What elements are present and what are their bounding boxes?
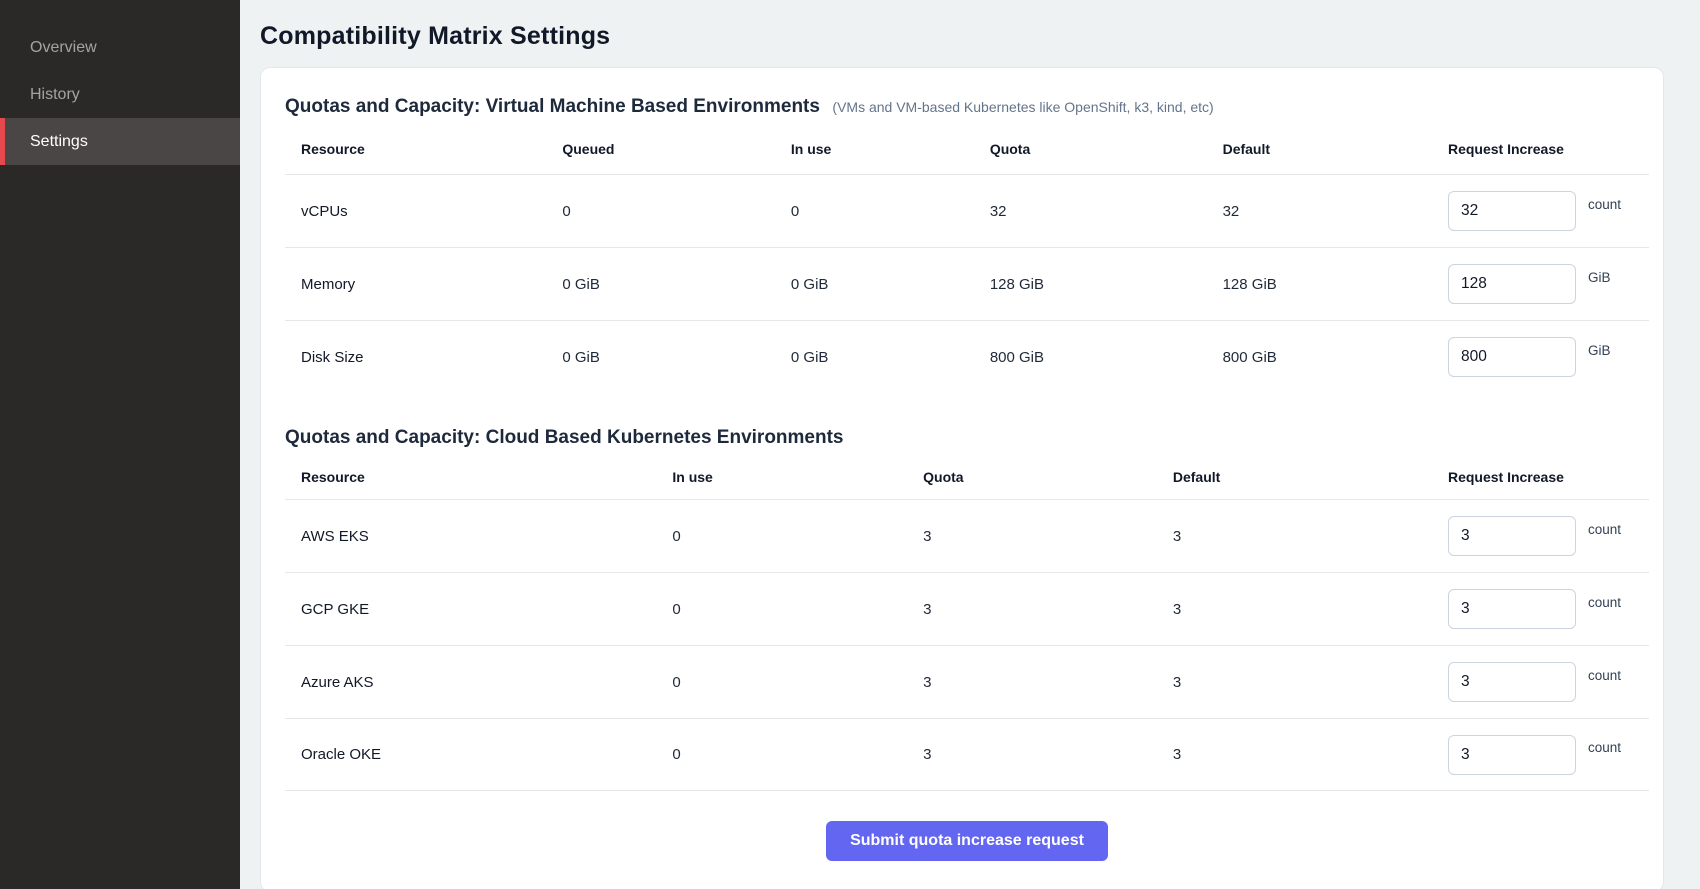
quota-cell: 3	[923, 601, 1173, 618]
cloud-header-quota: Quota	[923, 469, 1173, 485]
unit-label: count	[1588, 595, 1621, 610]
vcpus-request-input[interactable]	[1448, 191, 1576, 231]
sidebar-item-overview[interactable]: Overview	[0, 24, 240, 71]
aws-eks-request-input[interactable]	[1448, 516, 1576, 556]
vm-quota-table: Resource Queued In use Quota Default Req…	[285, 124, 1649, 393]
vm-header-resource: Resource	[301, 141, 562, 157]
main-content: Compatibility Matrix Settings Quotas and…	[240, 0, 1700, 889]
resource-cell: Azure AKS	[301, 674, 672, 691]
quota-settings-card: Quotas and Capacity: Virtual Machine Bas…	[260, 67, 1664, 889]
cloud-section-header: Quotas and Capacity: Cloud Based Kuberne…	[285, 427, 1649, 449]
cloud-header-in-use: In use	[672, 469, 923, 485]
quota-cell: 3	[923, 746, 1173, 763]
in-use-cell: 0	[672, 528, 923, 545]
request-increase-cell: GiB	[1448, 337, 1649, 377]
unit-label: GiB	[1588, 343, 1611, 358]
gcp-gke-request-input[interactable]	[1448, 589, 1576, 629]
cloud-header-default: Default	[1173, 469, 1448, 485]
in-use-cell: 0 GiB	[791, 276, 990, 293]
quota-cell: 3	[923, 674, 1173, 691]
in-use-cell: 0	[791, 203, 990, 220]
request-increase-cell: count	[1448, 516, 1649, 556]
default-cell: 3	[1173, 746, 1448, 763]
cloud-quota-table: Resource In use Quota Default Request In…	[285, 455, 1649, 791]
vm-section-header: Quotas and Capacity: Virtual Machine Bas…	[285, 96, 1649, 118]
unit-label: count	[1588, 522, 1621, 537]
cloud-header-request-increase: Request Increase	[1448, 469, 1649, 485]
vm-section-title: Quotas and Capacity: Virtual Machine Bas…	[285, 96, 820, 117]
resource-cell: Disk Size	[301, 349, 562, 366]
queued-cell: 0	[562, 203, 791, 220]
quota-cell: 3	[923, 528, 1173, 545]
default-cell: 128 GiB	[1223, 276, 1448, 293]
default-cell: 32	[1223, 203, 1448, 220]
vm-section-subtitle: (VMs and VM-based Kubernetes like OpenSh…	[832, 99, 1213, 115]
resource-cell: vCPUs	[301, 203, 562, 220]
table-row: AWS EKS 0 3 3 count	[285, 499, 1649, 572]
vm-header-request-increase: Request Increase	[1448, 141, 1649, 157]
quota-cell: 800 GiB	[990, 349, 1223, 366]
table-row: Oracle OKE 0 3 3 count	[285, 718, 1649, 791]
in-use-cell: 0	[672, 674, 923, 691]
memory-request-input[interactable]	[1448, 264, 1576, 304]
queued-cell: 0 GiB	[562, 276, 791, 293]
page-title: Compatibility Matrix Settings	[260, 22, 1664, 51]
default-cell: 800 GiB	[1223, 349, 1448, 366]
vm-header-queued: Queued	[562, 141, 791, 157]
quota-cell: 128 GiB	[990, 276, 1223, 293]
unit-label: count	[1588, 740, 1621, 755]
cloud-table-header-row: Resource In use Quota Default Request In…	[285, 455, 1649, 499]
vm-header-in-use: In use	[791, 141, 990, 157]
request-increase-cell: count	[1448, 735, 1649, 775]
vm-table-header-row: Resource Queued In use Quota Default Req…	[285, 124, 1649, 174]
table-row: vCPUs 0 0 32 32 count	[285, 174, 1649, 247]
table-row: Azure AKS 0 3 3 count	[285, 645, 1649, 718]
default-cell: 3	[1173, 528, 1448, 545]
vm-header-quota: Quota	[990, 141, 1223, 157]
vm-header-default: Default	[1223, 141, 1448, 157]
table-row: Memory 0 GiB 0 GiB 128 GiB 128 GiB GiB	[285, 247, 1649, 320]
request-increase-cell: count	[1448, 589, 1649, 629]
azure-aks-request-input[interactable]	[1448, 662, 1576, 702]
unit-label: count	[1588, 197, 1621, 212]
cloud-section-title: Quotas and Capacity: Cloud Based Kuberne…	[285, 427, 844, 448]
request-increase-cell: GiB	[1448, 264, 1649, 304]
disk-size-request-input[interactable]	[1448, 337, 1576, 377]
quota-cell: 32	[990, 203, 1223, 220]
default-cell: 3	[1173, 674, 1448, 691]
in-use-cell: 0	[672, 746, 923, 763]
unit-label: GiB	[1588, 270, 1611, 285]
queued-cell: 0 GiB	[562, 349, 791, 366]
default-cell: 3	[1173, 601, 1448, 618]
in-use-cell: 0	[672, 601, 923, 618]
request-increase-cell: count	[1448, 662, 1649, 702]
sidebar: Overview History Settings	[0, 0, 240, 889]
resource-cell: GCP GKE	[301, 601, 672, 618]
resource-cell: Oracle OKE	[301, 746, 672, 763]
in-use-cell: 0 GiB	[791, 349, 990, 366]
request-increase-cell: count	[1448, 191, 1649, 231]
resource-cell: Memory	[301, 276, 562, 293]
unit-label: count	[1588, 668, 1621, 683]
oracle-oke-request-input[interactable]	[1448, 735, 1576, 775]
submit-quota-button[interactable]: Submit quota increase request	[826, 821, 1108, 861]
cloud-header-resource: Resource	[301, 469, 672, 485]
sidebar-item-history[interactable]: History	[0, 71, 240, 118]
sidebar-item-settings[interactable]: Settings	[0, 118, 240, 165]
resource-cell: AWS EKS	[301, 528, 672, 545]
table-row: GCP GKE 0 3 3 count	[285, 572, 1649, 645]
table-row: Disk Size 0 GiB 0 GiB 800 GiB 800 GiB Gi…	[285, 320, 1649, 393]
